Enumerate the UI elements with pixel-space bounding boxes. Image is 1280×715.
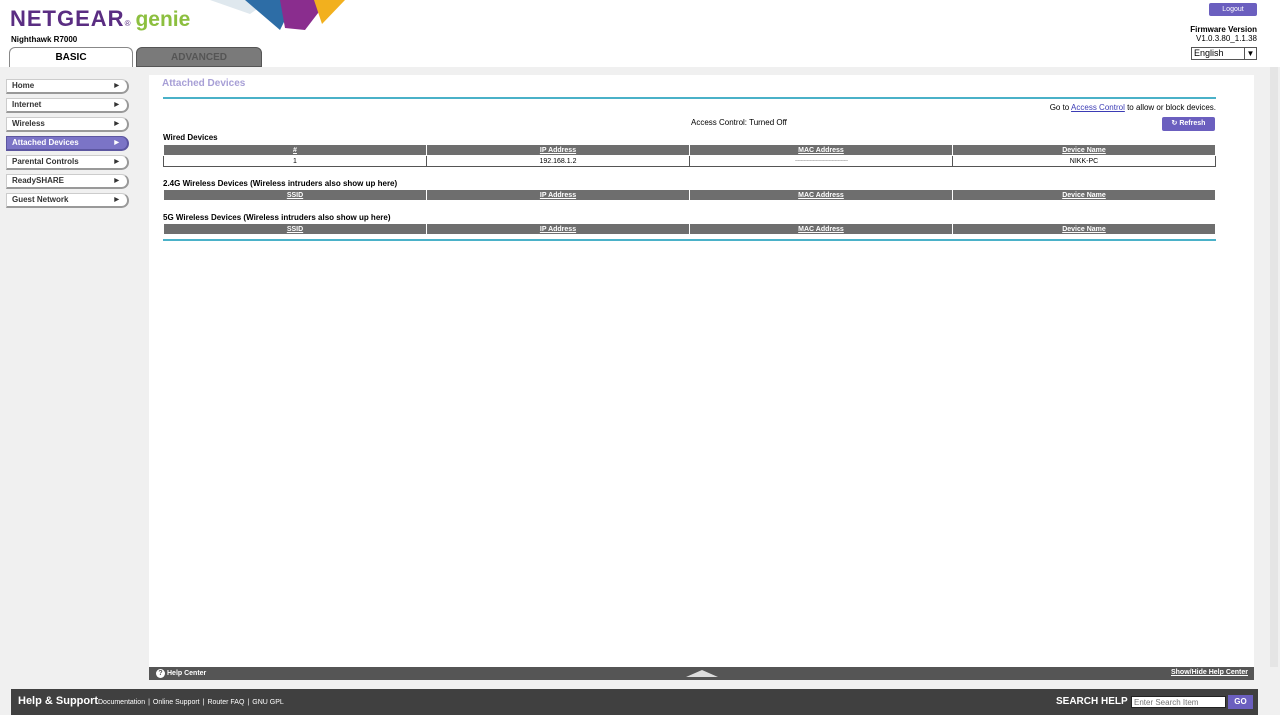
footer-title: Help & Support <box>18 695 99 707</box>
router-faq-link[interactable]: Router FAQ <box>207 699 244 706</box>
cell-device-name: NIKK-PC <box>952 155 1216 167</box>
sidebar-item-attached-devices[interactable]: Attached Devices ▶ <box>6 136 129 151</box>
sidebar-item-label: Wireless <box>12 119 45 128</box>
wired-devices-label: Wired Devices <box>163 133 218 142</box>
tab-advanced[interactable]: ADVANCED <box>136 47 262 67</box>
divider <box>163 239 1216 241</box>
arrow-right-icon: ▶ <box>114 121 119 127</box>
access-control-status: Access Control: Turned Off <box>691 118 787 127</box>
column-header-device-name[interactable]: Device Name <box>952 144 1216 156</box>
column-header-device-name[interactable]: Device Name <box>952 189 1216 201</box>
separator: | <box>148 699 150 706</box>
registered-mark: ® <box>124 19 131 28</box>
product-name: genie <box>135 8 191 31</box>
refresh-button[interactable]: ↻ Refresh <box>1162 117 1215 131</box>
arrow-right-icon: ▶ <box>114 83 119 89</box>
cell-mac: ~~~~~~~~~~~~~~~~~ <box>689 155 953 167</box>
question-icon: ? <box>156 669 165 678</box>
table-header-row: SSID IP Address MAC Address Device Name <box>163 223 1216 235</box>
netgear-genie-logo: NETGEAR ® genie <box>10 6 190 34</box>
tab-basic[interactable]: BASIC <box>9 47 133 67</box>
decorative-graphic <box>210 0 345 30</box>
access-control-link[interactable]: Access Control <box>1071 103 1125 112</box>
sidebar-item-label: Internet <box>12 100 42 109</box>
sidebar-item-internet[interactable]: Internet ▶ <box>6 98 129 113</box>
column-header-ssid[interactable]: SSID <box>163 189 427 201</box>
wired-devices-table: # IP Address MAC Address Device Name 1 1… <box>163 144 1216 167</box>
separator: | <box>247 699 250 706</box>
arrow-right-icon: ▶ <box>114 159 119 165</box>
footer: Help & Support Documentation | Online Supp… <box>11 689 1258 715</box>
search-go-button[interactable]: GO <box>1228 695 1253 709</box>
column-header-ip[interactable]: IP Address <box>426 144 690 156</box>
page-title: Attached Devices <box>162 78 246 89</box>
language-value: English <box>1194 48 1224 58</box>
page-scrollbar[interactable] <box>1270 67 1278 667</box>
column-header-device-name[interactable]: Device Name <box>952 223 1216 235</box>
refresh-label: Refresh <box>1179 120 1206 127</box>
help-center-text: Help Center <box>167 670 207 677</box>
wireless-24g-label: 2.4G Wireless Devices (Wireless intruder… <box>163 179 398 188</box>
logout-button[interactable]: Logout <box>1209 3 1257 16</box>
separator: | <box>202 699 205 706</box>
sidebar-item-home[interactable]: Home ▶ <box>6 79 129 94</box>
online-support-link[interactable]: Online Support <box>153 699 200 706</box>
sidebar-item-wireless[interactable]: Wireless ▶ <box>6 117 129 132</box>
router-model: Nighthawk R7000 <box>11 35 78 44</box>
documentation-link[interactable]: Documentation <box>98 699 145 706</box>
column-header-mac[interactable]: MAC Address <box>689 144 953 156</box>
search-help-input[interactable] <box>1131 696 1226 708</box>
column-header-ssid[interactable]: SSID <box>163 223 427 235</box>
column-header-number[interactable]: # <box>163 144 427 156</box>
footer-links: Documentation | Online Support | Router FAQ |… <box>98 699 284 706</box>
arrow-right-icon: ▶ <box>114 178 119 184</box>
table-row: 1 192.168.1.2 ~~~~~~~~~~~~~~~~~ NIKK-PC <box>163 155 1216 167</box>
wireless-5g-label: 5G Wireless Devices (Wireless intruders … <box>163 213 391 222</box>
column-header-mac[interactable]: MAC Address <box>689 223 953 235</box>
help-center-label[interactable]: ? Help Center <box>156 669 206 678</box>
arrow-right-icon: ▶ <box>114 197 119 203</box>
divider <box>163 97 1216 99</box>
arrow-right-icon: ▶ <box>114 102 119 108</box>
firmware-label: Firmware Version <box>1190 25 1257 34</box>
sidebar-item-label: Parental Controls <box>12 157 79 166</box>
access-control-hint: Go to Access Control to allow or block d… <box>1050 103 1216 112</box>
access-prefix: Go to <box>1049 103 1072 112</box>
sidebar-item-label: Guest Network <box>12 195 69 204</box>
sidebar-nav: Home ▶ Internet ▶ Wireless ▶ Attached Devic… <box>6 79 129 212</box>
sidebar-item-readyshare[interactable]: ReadySHARE ▶ <box>6 174 129 189</box>
sidebar-item-label: ReadySHARE <box>12 176 65 185</box>
wireless-24g-table: SSID IP Address MAC Address Device Name <box>163 189 1216 201</box>
main-panel: Attached Devices Go to Access Control to… <box>149 75 1254 667</box>
cell-number: 1 <box>163 155 427 167</box>
sidebar-item-label: Home <box>12 81 35 90</box>
chevron-down-icon[interactable]: ▼ <box>1244 48 1256 59</box>
cell-ip: 192.168.1.2 <box>426 155 690 167</box>
expand-up-icon[interactable] <box>686 670 718 677</box>
arrow-right-icon: ▶ <box>114 140 119 146</box>
help-center-bar: ? Help Center Show/Hide Help Center <box>149 667 1254 680</box>
firmware-version: V1.0.3.80_1.1.38 <box>1196 34 1257 43</box>
access-suffix: to allow or block devices. <box>1124 103 1216 112</box>
header: NETGEAR ® genie Nighthawk R7000 BASIC ADVA… <box>0 0 1280 67</box>
column-header-ip[interactable]: IP Address <box>426 189 690 201</box>
show-hide-help-link[interactable]: Show/Hide Help Center <box>1171 669 1248 676</box>
language-select[interactable]: English ▼ <box>1191 47 1257 60</box>
sidebar-item-parental-controls[interactable]: Parental Controls ▶ <box>6 155 129 170</box>
table-header-row: SSID IP Address MAC Address Device Name <box>163 189 1216 201</box>
gnu-gpl-link[interactable]: GNU GPL <box>252 699 284 706</box>
brand-name: NETGEAR <box>10 6 125 31</box>
sidebar-item-label: Attached Devices <box>12 138 79 147</box>
wireless-5g-table: SSID IP Address MAC Address Device Name <box>163 223 1216 235</box>
search-help-label: SEARCH HELP <box>1056 696 1128 707</box>
column-header-ip[interactable]: IP Address <box>426 223 690 235</box>
table-header-row: # IP Address MAC Address Device Name <box>163 144 1216 156</box>
column-header-mac[interactable]: MAC Address <box>689 189 953 201</box>
sidebar-item-guest-network[interactable]: Guest Network ▶ <box>6 193 129 208</box>
